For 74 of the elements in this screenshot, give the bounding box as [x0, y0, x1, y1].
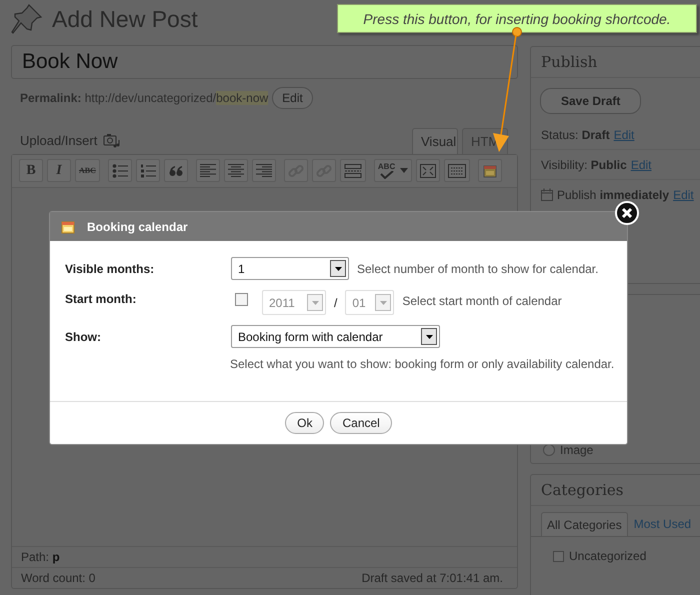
path-label: Path: p	[21, 550, 60, 564]
publish-status-text: Status: Draft	[541, 128, 610, 142]
category-checkbox[interactable]	[553, 550, 564, 562]
calendar-icon	[61, 220, 75, 234]
keyboard-icon	[448, 164, 466, 178]
media-icon[interactable]	[103, 133, 120, 148]
show-select[interactable]: Booking form with calendar	[231, 325, 440, 348]
caret-icon	[426, 334, 432, 338]
dialog-title: Booking calendar	[87, 220, 188, 234]
publish-status-text: Visibility: Public	[541, 158, 627, 172]
page-title: Add New Post	[52, 6, 198, 32]
caret-icon	[312, 300, 318, 304]
draft-saved-text: Draft saved at 7:01:41 am.	[362, 571, 503, 585]
publish-schedule-text: Publish immediately	[557, 188, 670, 202]
right-button[interactable]	[252, 159, 276, 182]
field-hint: Select start month of calendar	[402, 294, 562, 308]
ol-button[interactable]	[136, 159, 160, 182]
italic-button[interactable]: I	[47, 159, 71, 182]
category-label: Uncategorized	[569, 549, 646, 563]
page-break-icon	[344, 164, 362, 178]
numbered-list-icon	[140, 164, 156, 178]
calendar-icon	[483, 164, 498, 178]
box-title: Publish	[541, 53, 598, 71]
ul-button[interactable]	[108, 159, 132, 182]
edit-link[interactable]: Edit	[614, 128, 634, 142]
pushpin-icon	[9, 3, 43, 35]
hint-tooltip: Press this button, for inserting booking shortcode.	[337, 4, 697, 33]
caret-icon	[380, 300, 387, 304]
year-select[interactable]: 2011	[262, 290, 326, 315]
month-select[interactable]: 01	[345, 290, 394, 315]
fullscreen-button[interactable]	[416, 159, 440, 182]
field-label: Start month:	[65, 291, 138, 308]
strike-button[interactable]: ABC	[75, 159, 100, 182]
align-left-icon	[200, 164, 216, 178]
field-label: Visible months:	[65, 261, 156, 278]
dialog-button[interactable]: Cancel	[330, 412, 392, 434]
upload-insert-label: Upload/Insert	[20, 133, 98, 148]
left-button[interactable]	[196, 159, 220, 182]
field-hint: Select what you want to show: booking form or only availability calendar.	[230, 357, 614, 371]
checkmark-icon	[380, 171, 394, 179]
more-button[interactable]	[340, 159, 366, 182]
radio-button[interactable]	[543, 444, 555, 456]
start-month-checkbox[interactable]	[235, 293, 248, 306]
word-count: Word count: 0	[21, 571, 96, 585]
format-option-label: Image	[560, 443, 594, 457]
post-title-field[interactable]: Book Now	[11, 45, 518, 79]
quote-button[interactable]	[164, 159, 188, 182]
edit-link[interactable]: Edit	[673, 188, 694, 202]
field-hint: Select number of month to show for calendar.	[357, 262, 598, 276]
bullet-list-icon	[112, 164, 128, 178]
field-label: Show:	[65, 329, 102, 346]
fullscreen-icon	[420, 164, 436, 178]
align-center-icon	[228, 164, 244, 178]
spell-button[interactable]: ABC	[374, 159, 412, 182]
quote-icon	[168, 166, 183, 176]
category-tab[interactable]: All Categories	[541, 512, 628, 536]
calendar-icon	[541, 188, 553, 201]
save-draft-button[interactable]: Save Draft	[540, 88, 642, 114]
date-separator: /	[334, 296, 338, 310]
box-title: Categories	[541, 481, 624, 499]
align-right-icon	[256, 164, 272, 178]
kitchen-button[interactable]	[444, 159, 470, 182]
dialog-button[interactable]: Ok	[285, 412, 324, 434]
edit-permalink-button[interactable]: Edit	[272, 87, 313, 109]
months-select[interactable]: 1	[231, 257, 349, 280]
caret-icon	[400, 168, 408, 173]
center-button[interactable]	[224, 159, 248, 182]
bold-button[interactable]: B	[19, 159, 43, 182]
booking-button[interactable]	[478, 159, 502, 182]
editor-tab[interactable]: Visual	[412, 128, 458, 154]
category-tab[interactable]: Most Used	[628, 512, 698, 536]
permalink-text: Permalink: http://dev/uncategorized/book-now	[20, 91, 268, 105]
caret-icon	[334, 266, 342, 270]
edit-link[interactable]: Edit	[630, 158, 652, 172]
